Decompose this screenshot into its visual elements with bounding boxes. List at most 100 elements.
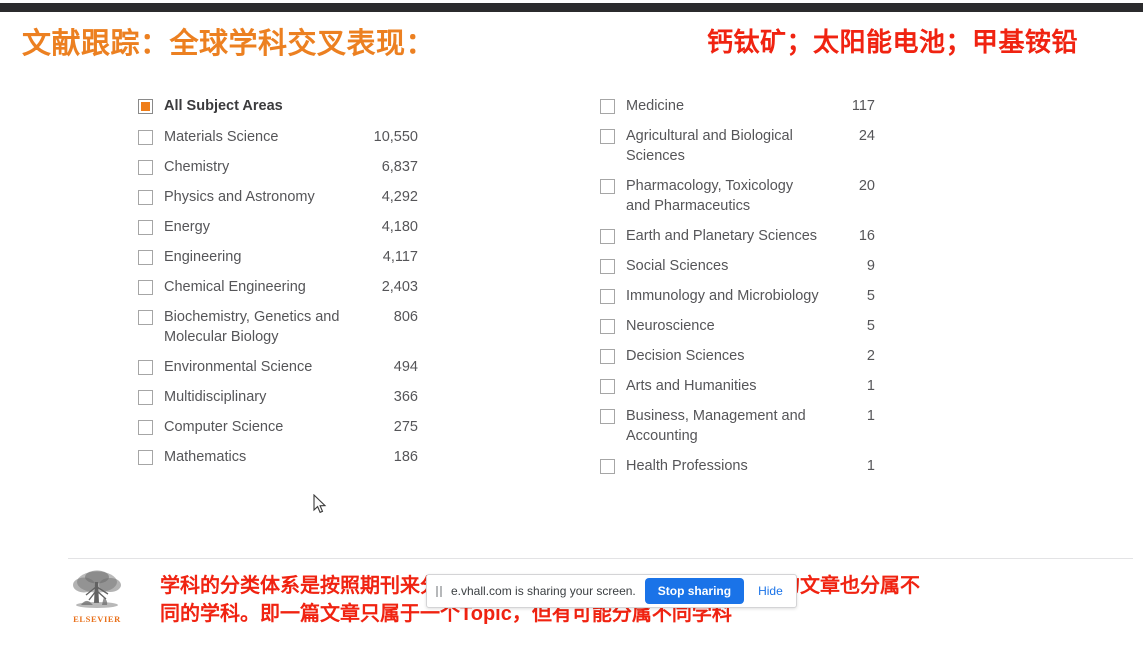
screen-share-bar: e.vhall.com is sharing your screen. Stop… bbox=[426, 574, 797, 608]
subject-facet-row[interactable]: Physics and Astronomy 4,292 bbox=[138, 187, 418, 207]
elsevier-wordmark: ELSEVIER bbox=[73, 614, 121, 624]
share-message: e.vhall.com is sharing your screen. bbox=[451, 584, 636, 598]
subject-facet-label: Multidisciplinary bbox=[164, 389, 267, 405]
subject-facet-count: 2,403 bbox=[381, 279, 418, 295]
checkbox-icon[interactable] bbox=[600, 289, 615, 304]
checkbox-icon[interactable] bbox=[600, 459, 615, 474]
subject-facet-label: Materials Science bbox=[164, 129, 279, 145]
checkbox-icon[interactable] bbox=[138, 130, 153, 145]
subject-facet-column-right: Medicine 117 Agricultural and Biological S… bbox=[600, 96, 875, 486]
subject-facet-row[interactable]: Arts and Humanities 1 bbox=[600, 376, 875, 396]
checkbox-icon[interactable] bbox=[600, 259, 615, 274]
subject-facet-row[interactable]: Health Professions 1 bbox=[600, 456, 875, 476]
subject-facet-row[interactable]: Materials Science 10,550 bbox=[138, 127, 418, 147]
subject-facet-row[interactable]: Chemistry 6,837 bbox=[138, 157, 418, 177]
subject-facet-count: 4,292 bbox=[381, 189, 418, 205]
subject-facet-row[interactable]: Social Sciences 9 bbox=[600, 256, 875, 276]
subject-facet-label: All Subject Areas bbox=[164, 98, 283, 114]
checkbox-icon[interactable] bbox=[138, 160, 153, 175]
window-top-bar bbox=[0, 3, 1143, 12]
subject-facet-row[interactable]: Decision Sciences 2 bbox=[600, 346, 875, 366]
checkbox-icon[interactable] bbox=[600, 409, 615, 424]
checkbox-icon[interactable] bbox=[138, 420, 153, 435]
subject-facet-row[interactable]: Biochemistry, Genetics and Molecular Bio… bbox=[138, 307, 418, 347]
subject-facet-count: 2 bbox=[866, 348, 875, 364]
subject-facet-column-left: All Subject Areas Materials Science 10,550… bbox=[138, 96, 418, 477]
subject-facet-count: 494 bbox=[393, 359, 418, 375]
subject-facet-count: 4,180 bbox=[381, 219, 418, 235]
subject-facet-row[interactable]: Energy 4,180 bbox=[138, 217, 418, 237]
subject-facet-count: 1 bbox=[866, 458, 875, 474]
subject-facet-label: Health Professions bbox=[626, 458, 748, 474]
subject-facet-row[interactable]: Agricultural and Biological Sciences 24 bbox=[600, 126, 875, 166]
subject-facet-row[interactable]: Neuroscience 5 bbox=[600, 316, 875, 336]
checkbox-icon[interactable] bbox=[600, 319, 615, 334]
subject-facet-count: 24 bbox=[858, 128, 875, 144]
checkbox-icon[interactable] bbox=[600, 129, 615, 144]
pause-icon[interactable] bbox=[436, 585, 442, 597]
subject-facet-row[interactable]: Earth and Planetary Sciences 16 bbox=[600, 226, 875, 246]
hide-button[interactable]: Hide bbox=[753, 580, 788, 602]
subject-facet-label: Earth and Planetary Sciences bbox=[626, 228, 818, 244]
subject-facet-label: Pharmacology, Toxicology and Pharmaceuti… bbox=[626, 178, 794, 214]
subject-facet-label: Chemistry bbox=[164, 159, 230, 175]
page-title-right: 钙钛矿；太阳能电池；甲基铵铅 bbox=[707, 27, 1079, 57]
subject-facet-row[interactable]: Multidisciplinary 366 bbox=[138, 387, 418, 407]
subject-facet-count: 9 bbox=[866, 258, 875, 274]
subject-facet-count: 10,550 bbox=[373, 129, 418, 145]
subject-facet-count: 1 bbox=[866, 378, 875, 394]
subject-facet-label: Medicine bbox=[626, 98, 685, 114]
subject-facet-row[interactable]: Chemical Engineering 2,403 bbox=[138, 277, 418, 297]
subject-facet-row[interactable]: Immunology and Microbiology 5 bbox=[600, 286, 875, 306]
subject-facet-label: Social Sciences bbox=[626, 258, 729, 274]
subject-facet-row[interactable]: Computer Science 275 bbox=[138, 417, 418, 437]
mouse-cursor-icon bbox=[313, 494, 327, 514]
subject-facet-label: Mathematics bbox=[164, 449, 247, 465]
checkbox-icon[interactable] bbox=[600, 379, 615, 394]
subject-facet-count: 6,837 bbox=[381, 159, 418, 175]
subject-facet-count: 5 bbox=[866, 318, 875, 334]
checkbox-icon[interactable] bbox=[138, 390, 153, 405]
subject-facet-count: 5 bbox=[866, 288, 875, 304]
checkbox-icon[interactable] bbox=[600, 229, 615, 244]
checkbox-checked-icon[interactable] bbox=[138, 99, 153, 114]
subject-facet-count: 366 bbox=[393, 389, 418, 405]
subject-facet-row[interactable]: Engineering 4,117 bbox=[138, 247, 418, 267]
subject-facet-label: Arts and Humanities bbox=[626, 378, 757, 394]
subject-facet-row[interactable]: Environmental Science 494 bbox=[138, 357, 418, 377]
checkbox-icon[interactable] bbox=[600, 179, 615, 194]
subject-facet-count: 20 bbox=[858, 178, 875, 194]
checkbox-icon[interactable] bbox=[138, 360, 153, 375]
checkbox-icon[interactable] bbox=[138, 190, 153, 205]
slide-root: 文献跟踪：全球学科交叉表现： 钙钛矿；太阳能电池；甲基铵铅 All Subjec… bbox=[0, 0, 1143, 646]
subject-facet-label: Business, Management and Accounting bbox=[626, 408, 806, 444]
subject-facet-count: 4,117 bbox=[382, 249, 418, 265]
subject-facet-row[interactable]: Business, Management and Accounting 1 bbox=[600, 406, 875, 446]
footer-divider bbox=[68, 558, 1133, 559]
subject-facet-label: Neuroscience bbox=[626, 318, 715, 334]
subject-facet-label: Physics and Astronomy bbox=[164, 189, 315, 205]
stop-sharing-button[interactable]: Stop sharing bbox=[644, 578, 745, 604]
subject-facet-label: Computer Science bbox=[164, 419, 284, 435]
checkbox-icon[interactable] bbox=[138, 220, 153, 235]
subject-facet-count: 1 bbox=[866, 408, 875, 424]
elsevier-logo: ELSEVIER bbox=[68, 569, 126, 625]
subject-facet-count: 186 bbox=[393, 449, 418, 465]
subject-facet-row[interactable]: Medicine 117 bbox=[600, 96, 875, 116]
subject-facet-count: 16 bbox=[858, 228, 875, 244]
subject-facet-count: 806 bbox=[393, 309, 418, 325]
checkbox-icon[interactable] bbox=[138, 250, 153, 265]
subject-facet-row[interactable]: Mathematics 186 bbox=[138, 447, 418, 467]
checkbox-icon[interactable] bbox=[600, 99, 615, 114]
page-title-left: 文献跟踪：全球学科交叉表现： bbox=[22, 28, 436, 60]
subject-facet-label: Biochemistry, Genetics and Molecular Bio… bbox=[164, 309, 340, 345]
subject-facet-label: Environmental Science bbox=[164, 359, 313, 375]
subject-facet-row[interactable]: All Subject Areas bbox=[138, 96, 418, 116]
checkbox-icon[interactable] bbox=[138, 280, 153, 295]
checkbox-icon[interactable] bbox=[138, 310, 153, 325]
elsevier-tree-icon bbox=[73, 570, 121, 608]
checkbox-icon[interactable] bbox=[600, 349, 615, 364]
checkbox-icon[interactable] bbox=[138, 450, 153, 465]
subject-facet-label: Agricultural and Biological Sciences bbox=[626, 128, 793, 164]
subject-facet-row[interactable]: Pharmacology, Toxicology and Pharmaceuti… bbox=[600, 176, 875, 216]
